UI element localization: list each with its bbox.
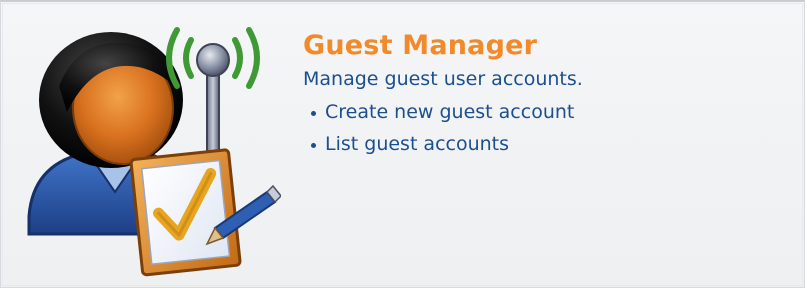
guest-manager-panel: Guest Manager Manage guest user accounts… [0, 0, 805, 288]
list-item-create: Create new guest account [311, 96, 783, 128]
action-links: Create new guest account List guest acco… [311, 96, 783, 160]
guest-manager-content: Guest Manager Manage guest user accounts… [303, 30, 783, 160]
bullet-icon [311, 142, 316, 148]
antenna-pole-shape [206, 65, 220, 161]
list-item-list: List guest accounts [311, 128, 783, 160]
antenna-ball-shape [196, 43, 230, 77]
bullet-icon [311, 110, 316, 116]
page-title: Guest Manager [303, 30, 538, 61]
guest-manager-illustration [27, 27, 283, 277]
clipboard-icon [129, 148, 242, 277]
list-guest-accounts-link[interactable]: List guest accounts [325, 128, 509, 160]
create-guest-account-link[interactable]: Create new guest account [325, 96, 574, 128]
guest-manager-icon [19, 16, 283, 278]
card-subtitle: Manage guest user accounts. [303, 68, 583, 90]
